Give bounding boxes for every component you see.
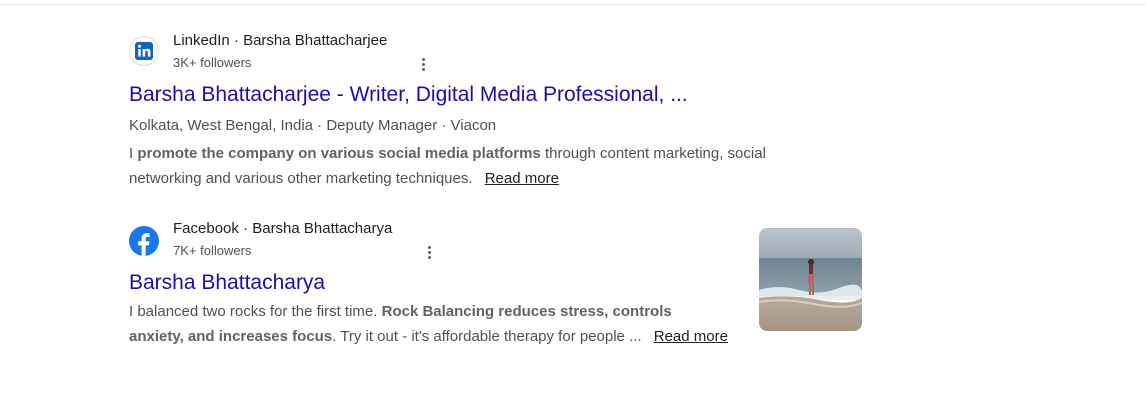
- separator: ·: [229, 32, 244, 49]
- site-name: Facebook: [173, 220, 239, 237]
- read-more-link[interactable]: Read more: [654, 328, 728, 345]
- result-title-link[interactable]: Barsha Bhattacharya: [129, 269, 869, 297]
- result-source[interactable]: Facebook · Barsha Bhattacharya 7K+ follo…: [129, 216, 869, 262]
- search-result-facebook: Facebook · Barsha Bhattacharya 7K+ follo…: [129, 216, 869, 349]
- site-line: Facebook · Barsha Bhattacharya: [173, 220, 392, 237]
- author-name: Barsha Bhattacharjee: [243, 32, 388, 49]
- result-source[interactable]: LinkedIn · Barsha Bhattacharjee 3K+ foll…: [129, 28, 829, 74]
- more-options-icon[interactable]: [415, 54, 431, 74]
- followers-count: 7K+ followers: [173, 243, 252, 258]
- search-result-linkedin: LinkedIn · Barsha Bhattacharjee 3K+ foll…: [129, 28, 829, 191]
- separator: ·: [238, 220, 253, 237]
- snippet-highlight: promote the company on various social me…: [137, 145, 541, 162]
- beach-photo-thumbnail[interactable]: [759, 228, 862, 331]
- author-name: Barsha Bhattacharya: [252, 220, 393, 237]
- result-snippet: I balanced two rocks for the first time.…: [129, 299, 729, 349]
- followers-count: 3K+ followers: [173, 55, 252, 70]
- result-snippet: I promote the company on various social …: [129, 141, 829, 191]
- read-more-link[interactable]: Read more: [485, 170, 559, 187]
- snippet-text: . Try it out - it's affordable therapy f…: [332, 328, 646, 345]
- site-name: LinkedIn: [173, 32, 230, 49]
- facebook-icon: [129, 226, 159, 256]
- more-options-icon[interactable]: [421, 242, 437, 262]
- site-line: LinkedIn · Barsha Bhattacharjee: [173, 32, 387, 49]
- top-divider: [0, 4, 1145, 5]
- result-meta: Kolkata, West Bengal, India · Deputy Man…: [129, 117, 497, 134]
- result-title-link[interactable]: Barsha Bhattacharjee - Writer, Digital M…: [129, 81, 829, 109]
- linkedin-icon: [129, 36, 159, 66]
- snippet-text: I balanced two rocks for the first time.: [129, 303, 382, 320]
